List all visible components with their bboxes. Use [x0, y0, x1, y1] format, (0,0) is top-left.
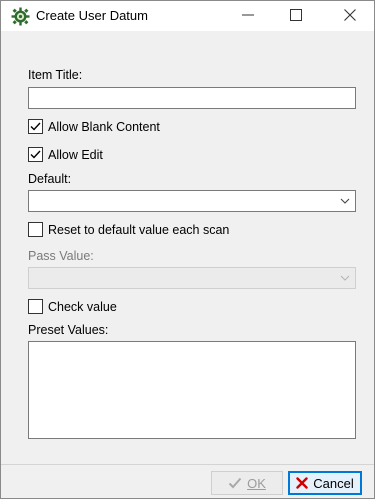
allow-blank-content-label: Allow Blank Content	[48, 119, 160, 134]
allow-blank-content-checkbox[interactable]: Allow Blank Content	[28, 119, 160, 134]
pass-value-label: Pass Value:	[28, 249, 94, 263]
checkbox-box	[28, 119, 43, 134]
minimize-icon	[242, 9, 254, 24]
preset-values-label: Preset Values:	[28, 323, 109, 337]
allow-edit-checkbox[interactable]: Allow Edit	[28, 147, 103, 162]
minimize-button[interactable]	[225, 1, 271, 31]
create-user-datum-dialog: Create User Datum Item Title: Allow Blan…	[0, 0, 375, 499]
checkmark-icon	[30, 150, 41, 159]
item-title-input[interactable]	[28, 87, 356, 109]
checkmark-icon	[30, 122, 41, 131]
cancel-button[interactable]: Cancel	[288, 471, 362, 495]
allow-edit-label: Allow Edit	[48, 147, 103, 162]
checkbox-box	[28, 222, 43, 237]
maximize-button[interactable]	[273, 1, 319, 31]
check-value-label: Check value	[48, 299, 117, 314]
ok-button[interactable]: OK	[211, 471, 283, 495]
window-title: Create User Datum	[36, 8, 148, 23]
footer-divider	[1, 464, 374, 465]
chevron-down-icon	[339, 272, 351, 284]
close-icon	[344, 8, 356, 24]
checkmark-icon	[228, 477, 242, 489]
title-bar: Create User Datum	[1, 1, 374, 31]
close-button[interactable]	[327, 1, 373, 31]
item-title-label: Item Title:	[28, 68, 83, 82]
cancel-label: Cancel	[313, 475, 354, 491]
default-label: Default:	[28, 172, 72, 186]
x-icon	[296, 477, 308, 489]
checkbox-box	[28, 147, 43, 162]
pass-value-combobox[interactable]	[28, 267, 356, 289]
preset-values-textarea[interactable]	[28, 341, 356, 439]
reset-each-scan-label: Reset to default value each scan	[48, 222, 230, 237]
check-value-checkbox[interactable]: Check value	[28, 299, 117, 314]
gear-icon	[11, 7, 30, 26]
chevron-down-icon	[339, 195, 351, 207]
reset-each-scan-checkbox[interactable]: Reset to default value each scan	[28, 222, 229, 237]
default-combobox[interactable]	[28, 190, 356, 212]
ok-label: OK	[247, 475, 266, 491]
checkbox-box	[28, 299, 43, 314]
maximize-icon	[290, 8, 302, 24]
